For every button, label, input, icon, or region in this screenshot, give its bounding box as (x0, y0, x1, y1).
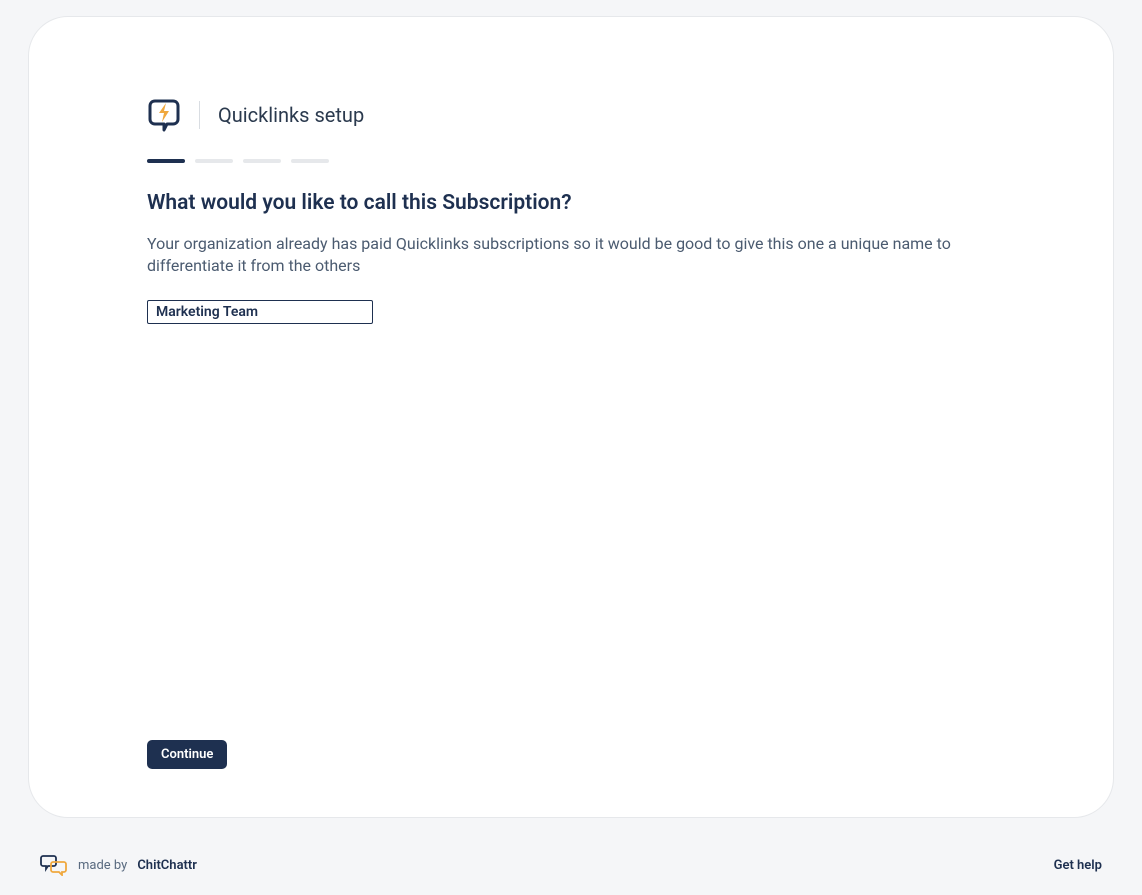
get-help-link[interactable]: Get help (1054, 858, 1102, 873)
footer-brand: made by ChitChattr (40, 854, 197, 876)
footer: made by ChitChattr Get help (0, 835, 1142, 895)
subscription-name-input[interactable] (147, 300, 373, 324)
continue-button[interactable]: Continue (147, 740, 227, 769)
chitchattr-logo-icon (40, 854, 68, 876)
progress-indicator (147, 159, 1023, 163)
quicklinks-logo-icon (147, 97, 181, 133)
progress-step-3 (243, 159, 281, 163)
made-by-label: made by (78, 858, 127, 873)
header-row: Quicklinks setup (147, 97, 1023, 133)
setup-card: Quicklinks setup What would you like to … (28, 16, 1114, 818)
progress-step-4 (291, 159, 329, 163)
progress-step-1 (147, 159, 185, 163)
brand-name: ChitChattr (137, 858, 197, 873)
description-text: Your organization already has paid Quick… (147, 233, 1023, 278)
header-divider (199, 101, 200, 129)
page-title: Quicklinks setup (218, 103, 364, 127)
question-heading: What would you like to call this Subscri… (147, 191, 1023, 215)
progress-step-2 (195, 159, 233, 163)
